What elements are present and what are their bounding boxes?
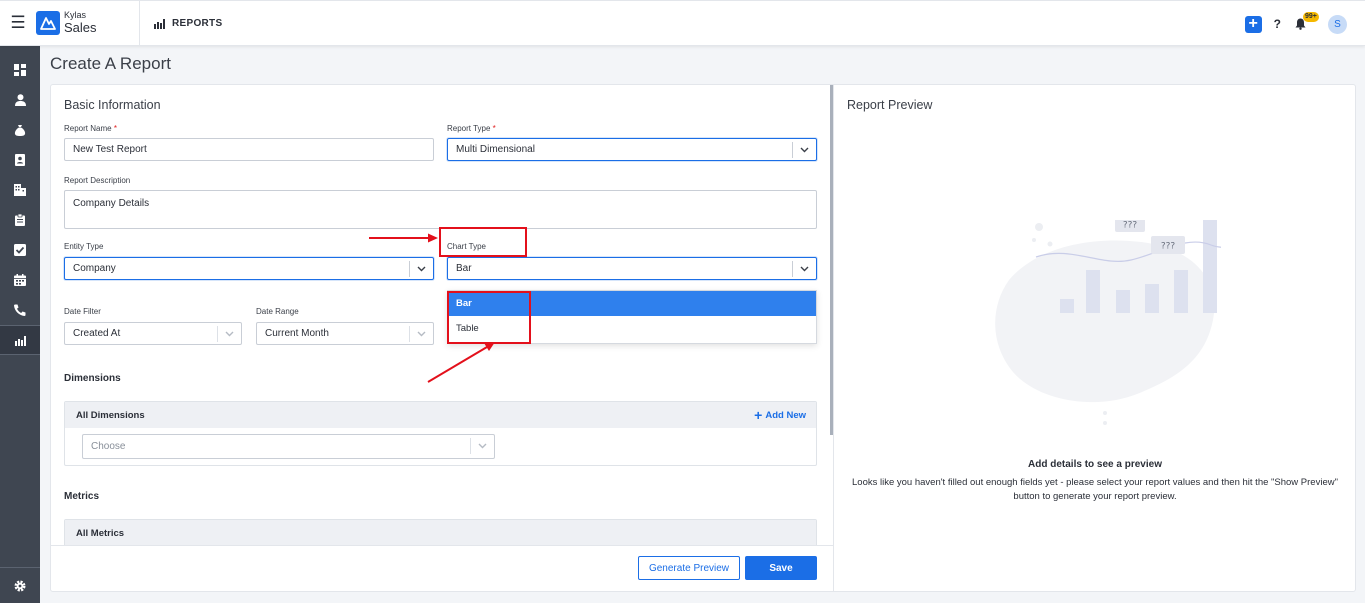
top-bar: ☰ Kylas Sales REPORTS + ? 99+ S (0, 0, 1365, 46)
brand-name: Sales (64, 19, 97, 35)
report-type-select[interactable]: Multi Dimensional (447, 138, 817, 161)
chevron-down-icon[interactable] (792, 142, 816, 158)
kylas-logo (36, 11, 60, 35)
checkbox-icon (14, 244, 26, 256)
sidebar (0, 46, 40, 603)
sidebar-item-contacts[interactable] (0, 145, 40, 175)
generate-preview-button[interactable]: Generate Preview (638, 556, 740, 580)
sidebar-item-calendar[interactable] (0, 265, 40, 295)
clipboard-icon (15, 214, 25, 226)
sidebar-item-companies[interactable] (0, 175, 40, 205)
illustration-bar (1060, 299, 1074, 313)
chevron-down-icon[interactable] (409, 261, 433, 277)
annotation-box-chart-type (439, 227, 527, 257)
metrics-box: All Metrics (64, 519, 817, 545)
illustration-bar (1145, 284, 1159, 313)
dimensions-box: All Dimensions + Add New Choose (64, 401, 817, 466)
report-description-input[interactable]: Company Details (64, 190, 817, 229)
building-icon (14, 184, 26, 196)
illustration-bar (1116, 290, 1130, 313)
sidebar-item-settings[interactable] (0, 571, 40, 601)
sidebar-item-calls[interactable] (0, 295, 40, 325)
sidebar-item-deals[interactable] (0, 115, 40, 145)
quick-add-button[interactable]: + (1244, 15, 1262, 33)
question-marks-text: ??? (1123, 221, 1138, 231)
all-dimensions-label: All Dimensions (76, 409, 145, 421)
all-metrics-label: All Metrics (76, 527, 125, 539)
date-range-select[interactable]: Current Month (256, 322, 434, 345)
notification-bell-icon[interactable]: 99+ (1295, 12, 1319, 30)
date-range-label: Date Range (256, 307, 299, 316)
all-metrics-header: All Metrics (65, 520, 816, 545)
preview-title: Report Preview (847, 98, 933, 112)
dashboard-icon (14, 64, 26, 76)
phone-icon (14, 304, 26, 316)
metrics-title: Metrics (64, 491, 100, 502)
gear-icon (14, 580, 26, 592)
report-form: Basic Information Report Name * New Test… (51, 85, 831, 545)
page-title: Create A Report (50, 54, 171, 73)
person-icon (14, 94, 26, 106)
entity-type-select[interactable]: Company (64, 257, 434, 280)
sidebar-item-reports[interactable] (0, 325, 40, 355)
module-title: REPORTS (154, 18, 222, 29)
report-name-label: Report Name * (64, 124, 117, 133)
entity-type-label: Entity Type (64, 242, 104, 251)
module-name: REPORTS (172, 17, 223, 29)
chevron-down-icon[interactable] (470, 438, 494, 454)
question-marks-text: ??? (1161, 242, 1176, 252)
chart-type-select[interactable]: Bar (447, 257, 817, 280)
basic-info-title: Basic Information (64, 98, 161, 112)
sidebar-item-tasks-board[interactable] (0, 205, 40, 235)
plus-icon: + (754, 407, 763, 423)
chevron-down-icon[interactable] (217, 326, 241, 342)
report-name-input[interactable]: New Test Report (64, 138, 434, 161)
illustration-bar (1203, 220, 1217, 313)
sidebar-divider (0, 567, 40, 568)
empty-preview-illustration: ?????? (995, 220, 1221, 425)
dimension-choose-select[interactable]: Choose (82, 434, 495, 459)
add-new-dimension-button[interactable]: + Add New (754, 402, 806, 428)
sidebar-item-users[interactable] (0, 85, 40, 115)
calendar-icon (14, 274, 26, 286)
notification-badge: 99+ (1303, 12, 1319, 22)
sidebar-item-dashboard[interactable] (0, 55, 40, 85)
reports-icon (154, 18, 165, 29)
illustration-bar (1174, 270, 1188, 313)
menu-icon[interactable]: ☰ (0, 0, 36, 46)
save-button[interactable]: Save (745, 556, 817, 580)
preview-empty-text: Looks like you haven't filled out enough… (852, 477, 1338, 502)
report-card: Basic Information Report Name * New Test… (50, 84, 1356, 592)
money-bag-icon (14, 125, 26, 136)
contact-card-icon (15, 154, 25, 166)
date-filter-select[interactable]: Created At (64, 322, 242, 345)
illustration-bar (1086, 270, 1100, 313)
dimensions-title: Dimensions (64, 373, 121, 384)
user-avatar[interactable]: S (1328, 14, 1347, 34)
footer-divider (51, 545, 833, 546)
help-icon[interactable]: ? (1274, 17, 1281, 31)
report-type-label: Report Type * (447, 124, 496, 133)
report-description-label: Report Description (64, 176, 131, 185)
sidebar-item-tasks[interactable] (0, 235, 40, 265)
annotation-box-options (447, 291, 531, 344)
panel-divider (833, 85, 834, 591)
preview-empty-heading: Add details to see a preview (1028, 459, 1162, 470)
date-filter-label: Date Filter (64, 307, 101, 316)
reports-icon (14, 335, 26, 346)
chevron-down-icon[interactable] (409, 326, 433, 342)
all-dimensions-header: All Dimensions + Add New (65, 402, 816, 428)
chevron-down-icon[interactable] (792, 261, 816, 277)
brand[interactable]: Kylas Sales (36, 0, 140, 46)
